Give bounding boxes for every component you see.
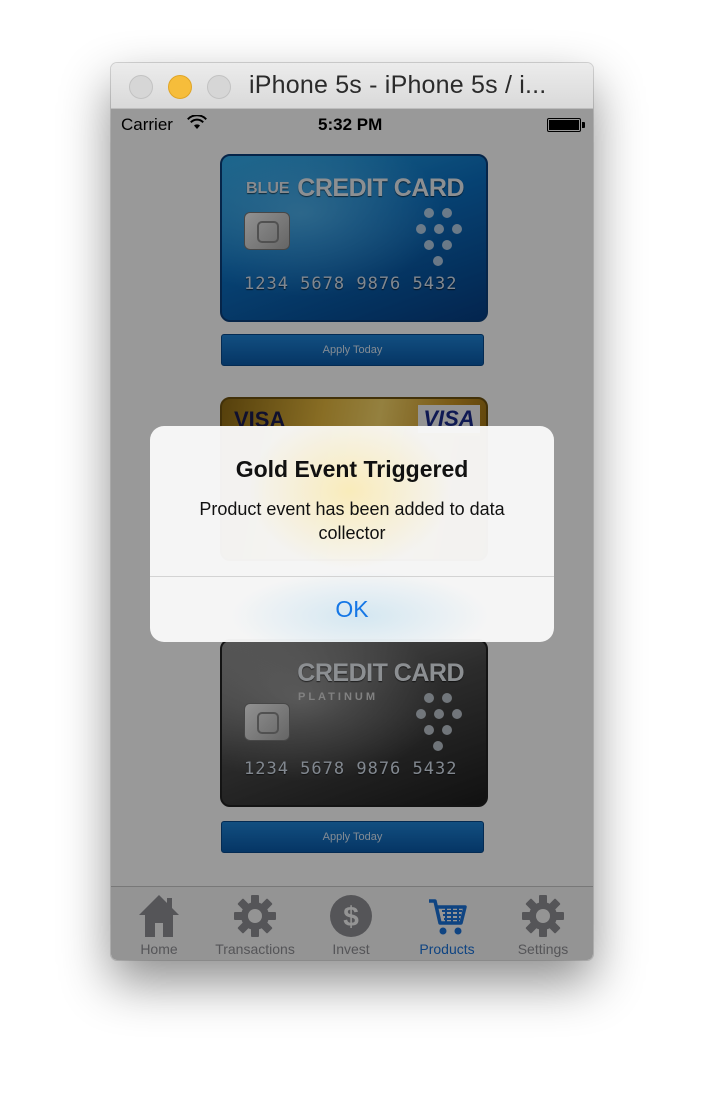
device-screen: Carrier 5:32 PM BLUE CREDIT CARD 1234 56…	[111, 109, 593, 960]
alert-title: Gold Event Triggered	[235, 456, 469, 482]
alert-message: Product event has been added to data col…	[199, 499, 505, 543]
minimize-window-button[interactable]	[168, 75, 192, 99]
simulator-window: iPhone 5s - iPhone 5s / i... Carrier 5:3…	[111, 63, 593, 960]
close-window-button[interactable]	[129, 75, 153, 99]
title-bar: iPhone 5s - iPhone 5s / i...	[111, 63, 593, 109]
window-title: iPhone 5s - iPhone 5s / i...	[249, 71, 547, 99]
alert-ok-button[interactable]: OK	[150, 577, 554, 642]
alert-dialog: Gold Event Triggered Product event has b…	[150, 426, 554, 642]
maximize-window-button[interactable]	[207, 75, 231, 99]
